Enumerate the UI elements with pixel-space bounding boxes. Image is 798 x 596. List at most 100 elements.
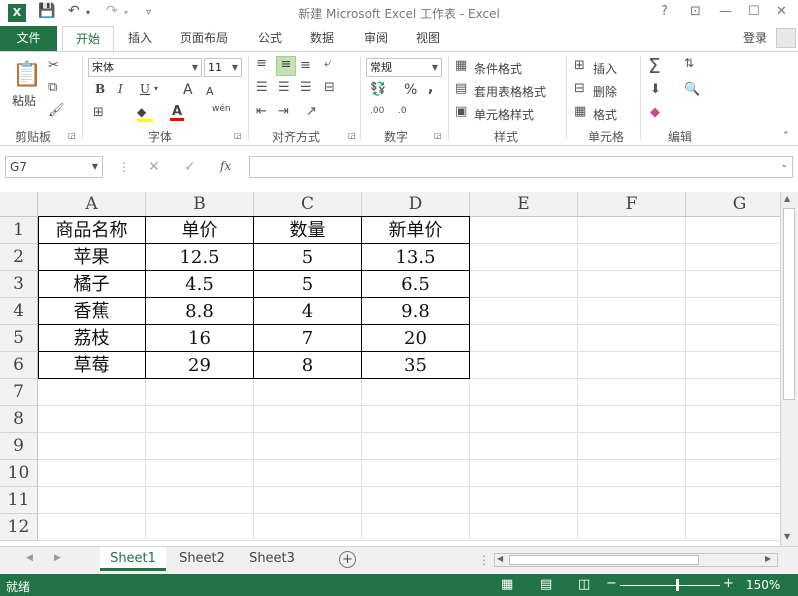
- bold-button[interactable]: B: [95, 82, 105, 96]
- format-painter-icon[interactable]: 🖌: [48, 103, 65, 118]
- underline-dropdown-icon[interactable]: ▾: [154, 84, 158, 93]
- cut-icon[interactable]: ✂: [48, 58, 59, 73]
- cell-f10[interactable]: [578, 460, 686, 487]
- clear-icon[interactable]: ◆: [650, 105, 660, 120]
- scroll-up-icon[interactable]: ▲: [784, 194, 790, 203]
- column-header-a[interactable]: A: [38, 192, 146, 217]
- sheet-tab-sheet2[interactable]: Sheet2: [170, 547, 234, 571]
- number-launcher-icon[interactable]: ◲: [434, 131, 442, 140]
- format-as-table-button[interactable]: 套用表格格式: [474, 83, 546, 100]
- cell-g2[interactable]: [686, 244, 780, 271]
- cell-c1[interactable]: 数量: [254, 217, 362, 244]
- cell-c4[interactable]: 4: [254, 298, 362, 325]
- cell-a1[interactable]: 商品名称: [38, 217, 146, 244]
- cell-e8[interactable]: [470, 406, 578, 433]
- expand-formula-icon[interactable]: ⌄: [780, 160, 788, 170]
- cell-c12[interactable]: [254, 514, 362, 541]
- cell-c3[interactable]: 5: [254, 271, 362, 298]
- cell-b10[interactable]: [146, 460, 254, 487]
- tab-insert[interactable]: 插入: [118, 26, 162, 51]
- find-select-icon[interactable]: 🔍: [684, 82, 700, 97]
- cell-e9[interactable]: [470, 433, 578, 460]
- vertical-scrollbar[interactable]: ▲ ▼: [780, 192, 798, 546]
- normal-view-icon[interactable]: ▦: [501, 577, 513, 592]
- cell-a6[interactable]: 草莓: [38, 352, 146, 379]
- cell-a7[interactable]: [38, 379, 146, 406]
- number-format-combo[interactable]: 常规 ▼: [366, 58, 442, 77]
- row-header-1[interactable]: 1: [0, 217, 38, 244]
- cell-c6[interactable]: 8: [254, 352, 362, 379]
- column-header-e[interactable]: E: [470, 192, 578, 217]
- sheet-tab-sheet1[interactable]: Sheet1: [100, 547, 166, 571]
- cell-d2[interactable]: 13.5: [362, 244, 470, 271]
- row-header-3[interactable]: 3: [0, 271, 38, 298]
- font-launcher-icon[interactable]: ◲: [234, 131, 242, 140]
- tab-review[interactable]: 审阅: [354, 26, 398, 51]
- cell-g9[interactable]: [686, 433, 780, 460]
- page-break-view-icon[interactable]: ◫: [578, 577, 590, 592]
- cell-b12[interactable]: [146, 514, 254, 541]
- cell-a9[interactable]: [38, 433, 146, 460]
- name-box[interactable]: G7 ▼: [5, 156, 103, 178]
- previous-sheet-icon[interactable]: ◀: [26, 553, 33, 563]
- decrease-decimal-icon[interactable]: .0: [398, 106, 407, 116]
- cell-g7[interactable]: [686, 379, 780, 406]
- cell-e3[interactable]: [470, 271, 578, 298]
- cell-f5[interactable]: [578, 325, 686, 352]
- cell-f8[interactable]: [578, 406, 686, 433]
- cell-b2[interactable]: 12.5: [146, 244, 254, 271]
- collapse-ribbon-icon[interactable]: ⌃: [782, 131, 790, 141]
- cell-d1[interactable]: 新单价: [362, 217, 470, 244]
- confirm-entry-icon[interactable]: ✓: [184, 159, 196, 175]
- grow-font-button[interactable]: A: [183, 82, 193, 98]
- cell-b8[interactable]: [146, 406, 254, 433]
- row-header-11[interactable]: 11: [0, 487, 38, 514]
- page-layout-view-icon[interactable]: ▤: [540, 577, 552, 592]
- shrink-font-button[interactable]: A: [206, 85, 214, 98]
- cell-d10[interactable]: [362, 460, 470, 487]
- increase-decimal-icon[interactable]: .00: [370, 106, 384, 116]
- row-header-6[interactable]: 6: [0, 352, 38, 379]
- fill-color-icon[interactable]: ◆: [137, 105, 153, 122]
- cell-f3[interactable]: [578, 271, 686, 298]
- align-right-icon[interactable]: ☰: [300, 80, 312, 95]
- cell-f11[interactable]: [578, 487, 686, 514]
- clipboard-launcher-icon[interactable]: ◲: [68, 131, 76, 140]
- tab-page-layout[interactable]: 页面布局: [172, 26, 236, 51]
- cell-c9[interactable]: [254, 433, 362, 460]
- row-header-9[interactable]: 9: [0, 433, 38, 460]
- accounting-format-icon[interactable]: 💱: [370, 82, 386, 97]
- cell-g3[interactable]: [686, 271, 780, 298]
- cell-g11[interactable]: [686, 487, 780, 514]
- cell-e4[interactable]: [470, 298, 578, 325]
- cell-d8[interactable]: [362, 406, 470, 433]
- column-header-d[interactable]: D: [362, 192, 470, 217]
- zoom-slider[interactable]: [620, 585, 720, 586]
- percent-button[interactable]: %: [404, 82, 417, 98]
- column-header-b[interactable]: B: [146, 192, 254, 217]
- row-header-7[interactable]: 7: [0, 379, 38, 406]
- alignment-launcher-icon[interactable]: ◲: [348, 131, 356, 140]
- cell-a2[interactable]: 苹果: [38, 244, 146, 271]
- increase-indent-icon[interactable]: ⇥: [278, 104, 289, 119]
- scroll-down-icon[interactable]: ▼: [784, 532, 790, 541]
- cell-e10[interactable]: [470, 460, 578, 487]
- zoom-out-icon[interactable]: −: [606, 576, 617, 591]
- cell-a5[interactable]: 荔枝: [38, 325, 146, 352]
- next-sheet-icon[interactable]: ▶: [54, 553, 61, 563]
- cell-d12[interactable]: [362, 514, 470, 541]
- cell-a10[interactable]: [38, 460, 146, 487]
- cell-c8[interactable]: [254, 406, 362, 433]
- cell-b9[interactable]: [146, 433, 254, 460]
- row-header-12[interactable]: 12: [0, 514, 38, 541]
- paste-button[interactable]: 粘贴: [12, 92, 36, 109]
- column-header-c[interactable]: C: [254, 192, 362, 217]
- cancel-entry-icon[interactable]: ✕: [148, 159, 160, 175]
- align-center-icon[interactable]: ☰: [278, 80, 290, 95]
- cell-g12[interactable]: [686, 514, 780, 541]
- italic-button[interactable]: I: [118, 82, 123, 96]
- login-link[interactable]: 登录: [738, 26, 772, 51]
- fill-icon[interactable]: ⬇: [650, 82, 661, 97]
- scroll-left-icon[interactable]: ◀: [497, 554, 503, 563]
- cell-e5[interactable]: [470, 325, 578, 352]
